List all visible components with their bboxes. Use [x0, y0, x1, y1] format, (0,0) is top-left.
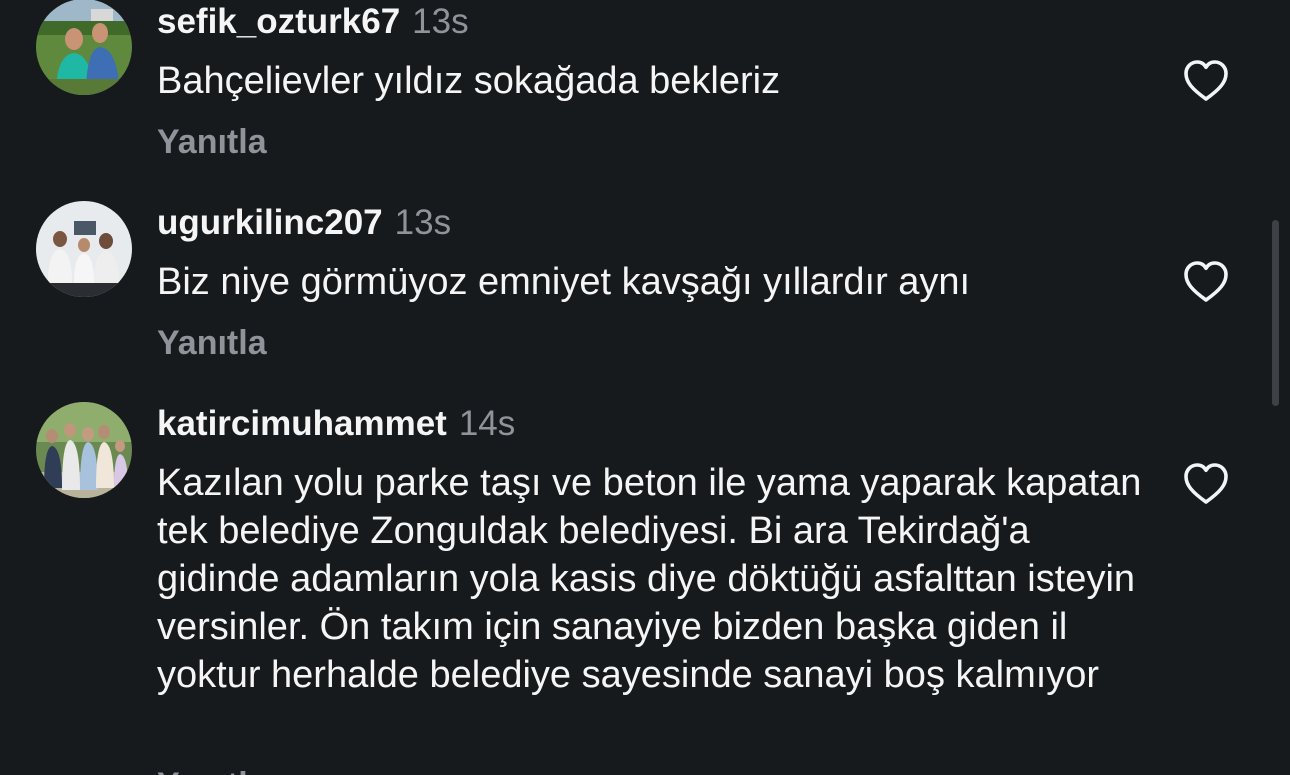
comment-text: Bahçelievler yıldız sokağada bekleriz: [157, 60, 781, 102]
comment-meta: ugurkilinc207 13s: [157, 203, 451, 243]
avatar[interactable]: [36, 0, 132, 95]
timestamp: 13s: [394, 203, 452, 242]
reply-button[interactable]: Yanıtla: [157, 323, 267, 363]
username[interactable]: katircimuhammet: [157, 404, 447, 443]
comment-text: Kazılan yolu parke taşı ve beton ile yam…: [157, 462, 1142, 696]
comment-meta: sefik_ozturk67 13s: [157, 2, 469, 42]
heart-outline-icon[interactable]: [1182, 460, 1230, 508]
scrollbar[interactable]: [1272, 220, 1279, 406]
comment-meta: katircimuhammet 14s: [157, 404, 515, 444]
timestamp: 14s: [458, 404, 516, 443]
avatar[interactable]: [36, 402, 132, 498]
username[interactable]: ugurkilinc207: [157, 203, 383, 242]
heart-outline-icon[interactable]: [1182, 57, 1230, 105]
reply-button[interactable]: Yanıtla: [157, 122, 267, 162]
username[interactable]: sefik_ozturk67: [157, 2, 400, 41]
heart-outline-icon[interactable]: [1182, 258, 1230, 306]
comment-text: Biz niye görmüyoz emniyet kavşağı yıllar…: [157, 261, 971, 303]
timestamp: 13s: [412, 2, 469, 41]
reply-button[interactable]: Yanıtla: [157, 755, 257, 775]
avatar[interactable]: [36, 201, 132, 297]
reply-label: Yanıtla: [157, 765, 257, 775]
